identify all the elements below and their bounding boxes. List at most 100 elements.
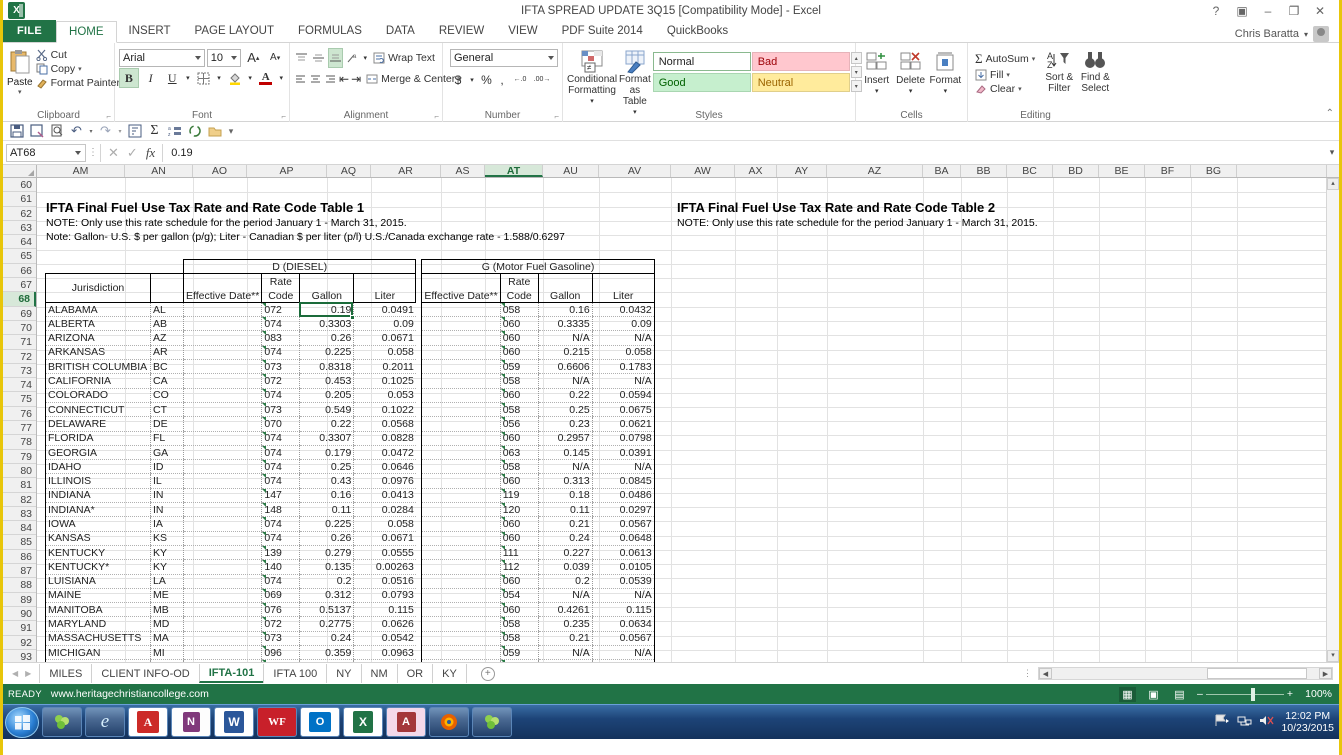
font-size-input[interactable]: 10 — [207, 49, 242, 67]
save-as-icon[interactable] — [27, 123, 46, 140]
column-header-am[interactable]: AM — [37, 165, 125, 177]
row-header-80[interactable]: 80 — [3, 464, 36, 478]
zoom-in-button[interactable]: + — [1287, 688, 1293, 700]
table-row[interactable]: KENTUCKY*KY1400.1350.002631120.0390.0105 — [46, 560, 655, 574]
view-normal-button[interactable]: ▦ — [1119, 687, 1136, 702]
table-row[interactable]: MINNESOTAMN0750.2850.0710610.2710.0731 — [46, 660, 655, 662]
row-header-64[interactable]: 64 — [3, 235, 36, 249]
accounting-caret-icon[interactable]: ▾ — [468, 70, 476, 90]
column-header-bb[interactable]: BB — [961, 165, 1007, 177]
tab-insert[interactable]: INSERT — [117, 20, 183, 42]
row-header-84[interactable]: 84 — [3, 521, 36, 535]
orientation-button[interactable]: a — [345, 48, 360, 68]
undo-caret-icon[interactable]: ▾ — [87, 123, 95, 140]
borders-button[interactable] — [194, 68, 214, 88]
table-row[interactable]: FLORIDAFL0740.33070.08280600.29570.0798 — [46, 431, 655, 445]
table-row[interactable]: COLORADOCO0740.2050.0530600.220.0594 — [46, 388, 655, 402]
volume-icon[interactable] — [1259, 714, 1274, 730]
table-row[interactable]: MAINEME0690.3120.0793054N/AN/A — [46, 588, 655, 602]
row-header-69[interactable]: 69 — [3, 307, 36, 321]
wrap-text-button[interactable]: Wrap Text — [370, 51, 438, 65]
decrease-decimal-button[interactable]: .00→ — [533, 70, 551, 90]
table-row[interactable]: DELAWAREDE0700.220.05680560.230.0621 — [46, 417, 655, 431]
font-dialog-launcher[interactable]: ⌐ — [281, 112, 286, 121]
row-header-85[interactable]: 85 — [3, 535, 36, 549]
sheet-tab-or[interactable]: OR — [397, 664, 434, 683]
row-header-93[interactable]: 93 — [3, 650, 36, 662]
tab-file[interactable]: FILE — [3, 20, 56, 42]
column-header-be[interactable]: BE — [1099, 165, 1145, 177]
row-header-79[interactable]: 79 — [3, 450, 36, 464]
table-row[interactable]: INDIANA*IN1480.110.02841200.110.0297 — [46, 503, 655, 517]
sheet-tab-ky[interactable]: KY — [432, 664, 467, 683]
row-header-67[interactable]: 67 — [3, 278, 36, 292]
column-header-ay[interactable]: AY — [777, 165, 827, 177]
row-header-81[interactable]: 81 — [3, 478, 36, 492]
column-header-ax[interactable]: AX — [735, 165, 777, 177]
number-dialog-launcher[interactable]: ⌐ — [554, 112, 559, 121]
row-header-60[interactable]: 60 — [3, 178, 36, 192]
view-page-break-button[interactable]: ▤ — [1171, 687, 1188, 702]
tab-formulas[interactable]: FORMULAS — [286, 20, 374, 42]
row-header-88[interactable]: 88 — [3, 578, 36, 592]
underline-caret-icon[interactable]: ▾ — [184, 68, 191, 88]
insert-function-icon[interactable]: fx — [146, 145, 155, 161]
enter-icon[interactable]: ✓ — [127, 145, 138, 161]
copy-button[interactable]: Copy ▾ — [33, 62, 123, 76]
clipboard-dialog-launcher[interactable]: ⌐ — [106, 112, 111, 121]
tab-pdf-suite[interactable]: PDF Suite 2014 — [550, 20, 655, 42]
network-icon[interactable] — [1237, 714, 1252, 730]
font-name-input[interactable]: Arial — [119, 49, 205, 67]
taskbar-excel[interactable]: X — [343, 707, 383, 737]
format-as-table-button[interactable]: Format as Table ▾ — [619, 48, 651, 118]
add-sheet-button[interactable]: + — [481, 667, 495, 681]
row-header-90[interactable]: 90 — [3, 607, 36, 621]
tab-data[interactable]: DATA — [374, 20, 427, 42]
fill-color-button[interactable] — [225, 68, 245, 88]
table-row[interactable]: CONNECTICUTCT0730.5490.10220580.250.0675 — [46, 402, 655, 416]
align-bottom-button[interactable] — [328, 48, 344, 68]
autosum-button[interactable]: Σ AutoSum ▾ — [972, 50, 1038, 68]
row-header-68[interactable]: 68 — [3, 292, 36, 306]
undo-icon[interactable]: ↶ — [67, 123, 86, 140]
cancel-icon[interactable]: ✕ — [108, 145, 119, 161]
sheet-tab-nm[interactable]: NM — [361, 664, 398, 683]
sheet-next-icon[interactable]: ▶ — [25, 669, 31, 678]
align-top-button[interactable] — [294, 48, 309, 68]
table-row[interactable]: MANITOBAMB0760.51370.1150600.42610.115 — [46, 603, 655, 617]
table-row[interactable]: ARIZONAAZ0830.260.0671060N/AN/A — [46, 331, 655, 345]
table-row[interactable]: KENTUCKYKY1390.2790.05551110.2270.0613 — [46, 545, 655, 559]
taskbar-onenote[interactable]: N — [171, 707, 211, 737]
alignment-dialog-launcher[interactable]: ⌐ — [434, 112, 439, 121]
print-preview-icon[interactable] — [47, 123, 66, 140]
row-header-89[interactable]: 89 — [3, 593, 36, 607]
column-header-ap[interactable]: AP — [247, 165, 327, 177]
sheet-tab-ny[interactable]: NY — [326, 664, 361, 683]
find-select-button[interactable]: Find & Select — [1076, 48, 1114, 96]
collapse-ribbon-icon[interactable]: ⌃ — [1326, 108, 1334, 119]
expand-formula-bar-icon[interactable]: ▾ — [1325, 147, 1339, 158]
table-row[interactable]: IOWAIA0740.2250.0580600.210.0567 — [46, 517, 655, 531]
sort-icon[interactable] — [125, 123, 144, 140]
hscroll-right-icon[interactable]: ▶ — [1319, 668, 1332, 679]
number-format-select[interactable]: General — [450, 49, 558, 67]
sheet-prev-icon[interactable]: ◀ — [12, 669, 18, 678]
increase-font-size-button[interactable]: A▴ — [243, 48, 263, 68]
action-center-icon[interactable] — [1215, 714, 1230, 730]
conditional-formatting-button[interactable]: ≠ Conditional Formatting ▾ — [567, 48, 617, 118]
cell-style-bad[interactable]: Bad — [752, 52, 850, 71]
table-row[interactable]: LUISIANALA0740.20.05160600.20.0539 — [46, 574, 655, 588]
row-header-92[interactable]: 92 — [3, 636, 36, 650]
vertical-scrollbar[interactable]: ▴ ▾ — [1326, 178, 1339, 662]
font-color-button[interactable]: A — [256, 68, 276, 88]
percent-style-button[interactable]: % — [480, 70, 493, 90]
autosum-icon[interactable]: Σ — [145, 123, 164, 140]
taskbar-clock[interactable]: 12:02 PM 10/23/2015 — [1281, 710, 1334, 734]
fill-color-caret-icon[interactable]: ▾ — [246, 68, 253, 88]
redo-icon[interactable]: ↷ — [96, 123, 115, 140]
column-header-bg[interactable]: BG — [1191, 165, 1237, 177]
align-right-button[interactable] — [324, 69, 337, 89]
column-header-bd[interactable]: BD — [1053, 165, 1099, 177]
cell-style-neutral[interactable]: Neutral — [752, 73, 850, 92]
table-row[interactable]: CALIFORNIACA0720.4530.1025058N/AN/A — [46, 374, 655, 388]
